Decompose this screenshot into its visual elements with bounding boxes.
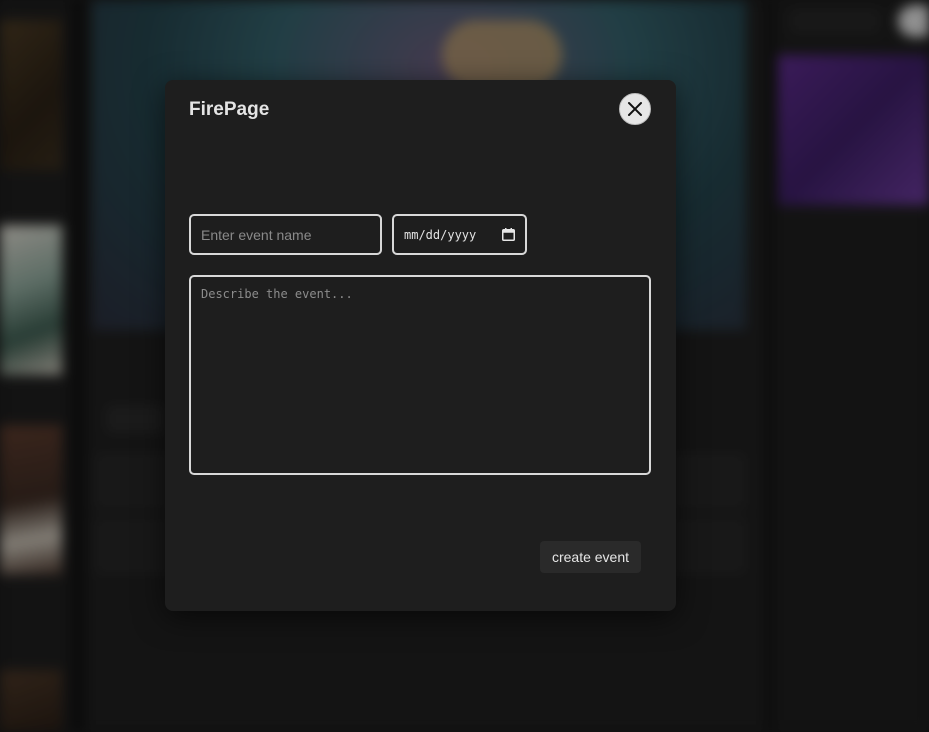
create-event-modal: FirePage mm/dd/yyyy create event — [165, 80, 676, 611]
event-description-textarea[interactable] — [189, 275, 651, 475]
event-name-input[interactable] — [189, 214, 382, 255]
create-event-button[interactable]: create event — [540, 541, 641, 573]
calendar-icon[interactable] — [502, 228, 515, 241]
close-icon — [628, 102, 642, 116]
close-button[interactable] — [619, 93, 651, 125]
modal-title: FirePage — [189, 99, 270, 120]
date-placeholder: mm/dd/yyyy — [404, 227, 477, 242]
event-date-input[interactable]: mm/dd/yyyy — [392, 214, 527, 255]
